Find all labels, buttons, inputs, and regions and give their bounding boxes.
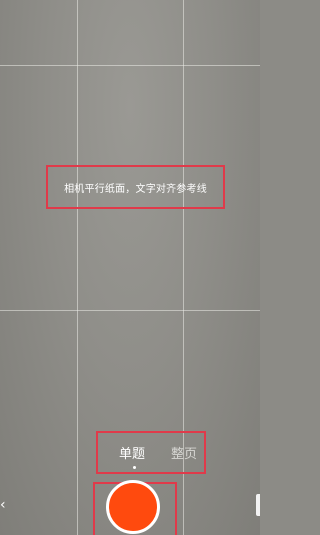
grid-line-horizontal	[0, 310, 260, 311]
grid-line-horizontal	[0, 65, 260, 66]
side-tab-icon[interactable]	[256, 494, 260, 516]
shutter-button[interactable]	[106, 480, 160, 534]
mode-tab-single-question[interactable]: 单题	[119, 443, 145, 462]
camera-viewfinder: 相机平行纸面，文字对齐参考线 单题 整页 ‹	[0, 0, 260, 535]
chevron-left-icon[interactable]: ‹	[0, 496, 8, 514]
selected-mode-indicator	[133, 466, 136, 469]
mode-switcher: 单题 整页	[96, 431, 206, 474]
mode-tab-full-page[interactable]: 整页	[171, 443, 197, 462]
grid-line-vertical	[77, 0, 78, 535]
alignment-hint-highlight: 相机平行纸面，文字对齐参考线	[46, 165, 225, 209]
alignment-hint-text: 相机平行纸面，文字对齐参考线	[64, 183, 207, 195]
